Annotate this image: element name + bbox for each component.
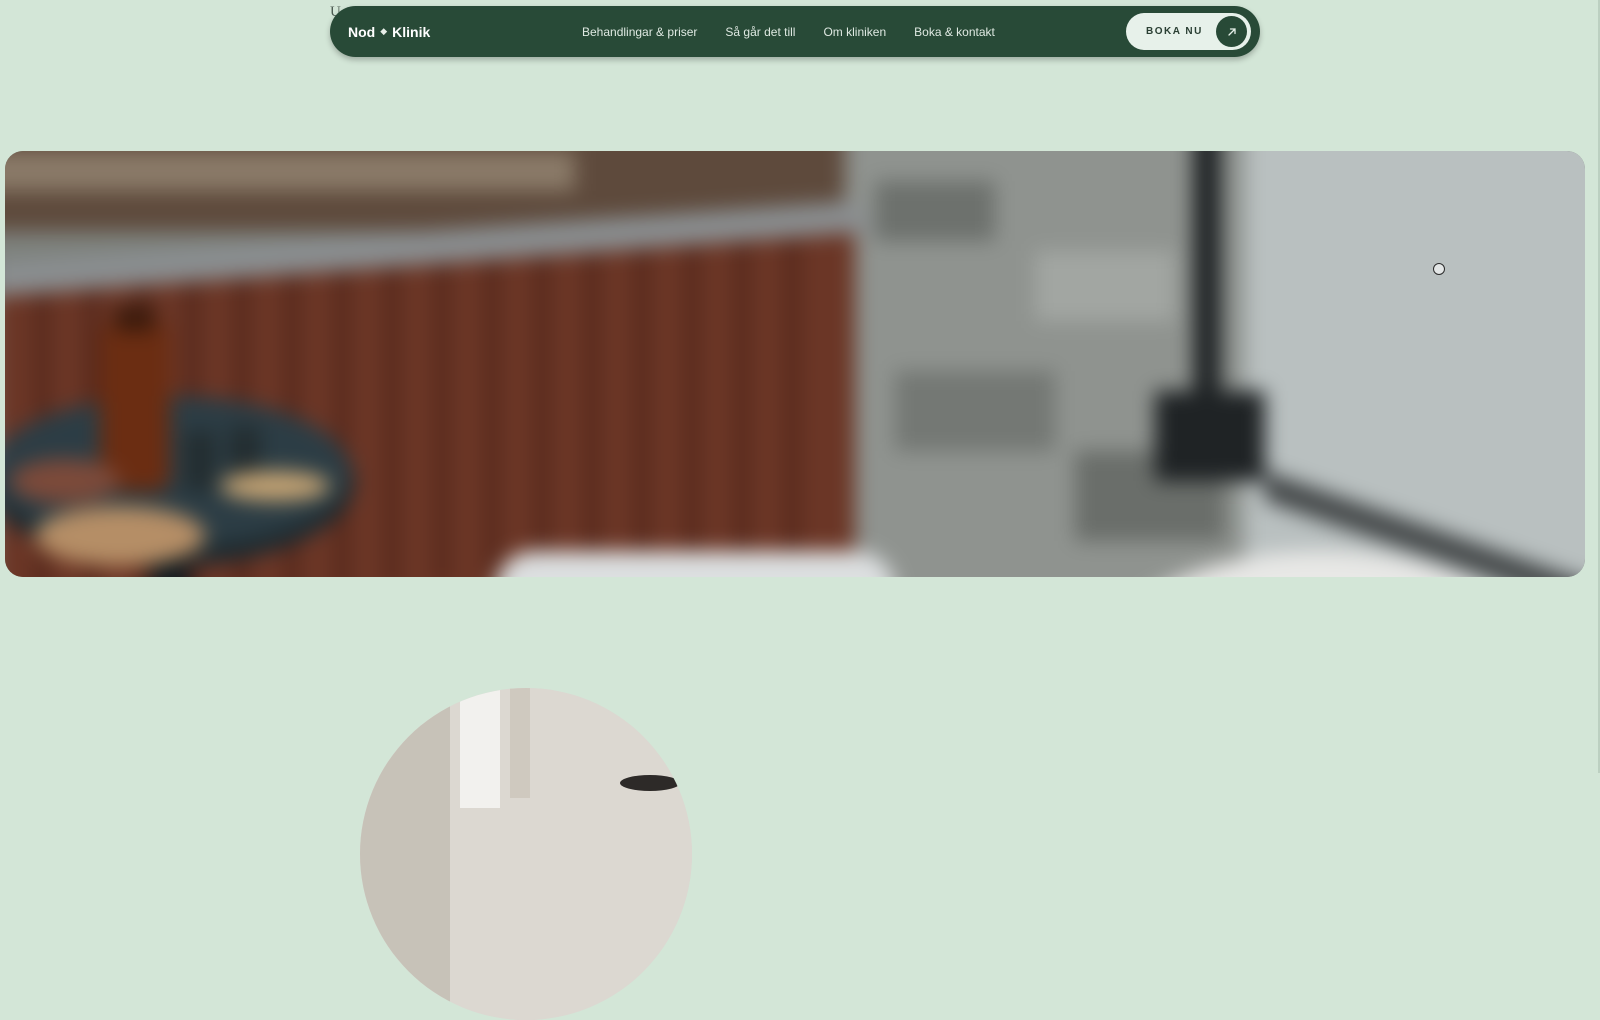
nav-link-sa-gar-det-till[interactable]: Så går det till bbox=[725, 25, 795, 39]
logo-text-right: Klinik bbox=[392, 23, 431, 40]
round-clinic-photo bbox=[360, 688, 692, 1020]
clinic-photo bbox=[360, 688, 692, 1020]
hero-image bbox=[5, 151, 1585, 577]
hero-photo bbox=[5, 151, 1585, 577]
top-navigation: Nod ◆ Klinik Behandlingar & priser Så gå… bbox=[330, 6, 1260, 57]
logo-text-left: Nod bbox=[348, 23, 376, 40]
mouse-cursor bbox=[1433, 263, 1445, 275]
nav-link-boka-kontakt[interactable]: Boka & kontakt bbox=[914, 25, 995, 39]
nav-links: Behandlingar & priser Så går det till Om… bbox=[582, 6, 995, 57]
boka-nu-button[interactable]: BOKA NU bbox=[1126, 13, 1251, 50]
nav-link-om-kliniken[interactable]: Om kliniken bbox=[823, 25, 886, 39]
nav-link-behandlingar[interactable]: Behandlingar & priser bbox=[582, 25, 697, 39]
logo[interactable]: Nod ◆ Klinik bbox=[348, 6, 430, 57]
arrow-up-right-icon bbox=[1216, 16, 1247, 47]
logo-diamond-icon: ◆ bbox=[380, 26, 388, 36]
boka-nu-label: BOKA NU bbox=[1146, 26, 1203, 37]
